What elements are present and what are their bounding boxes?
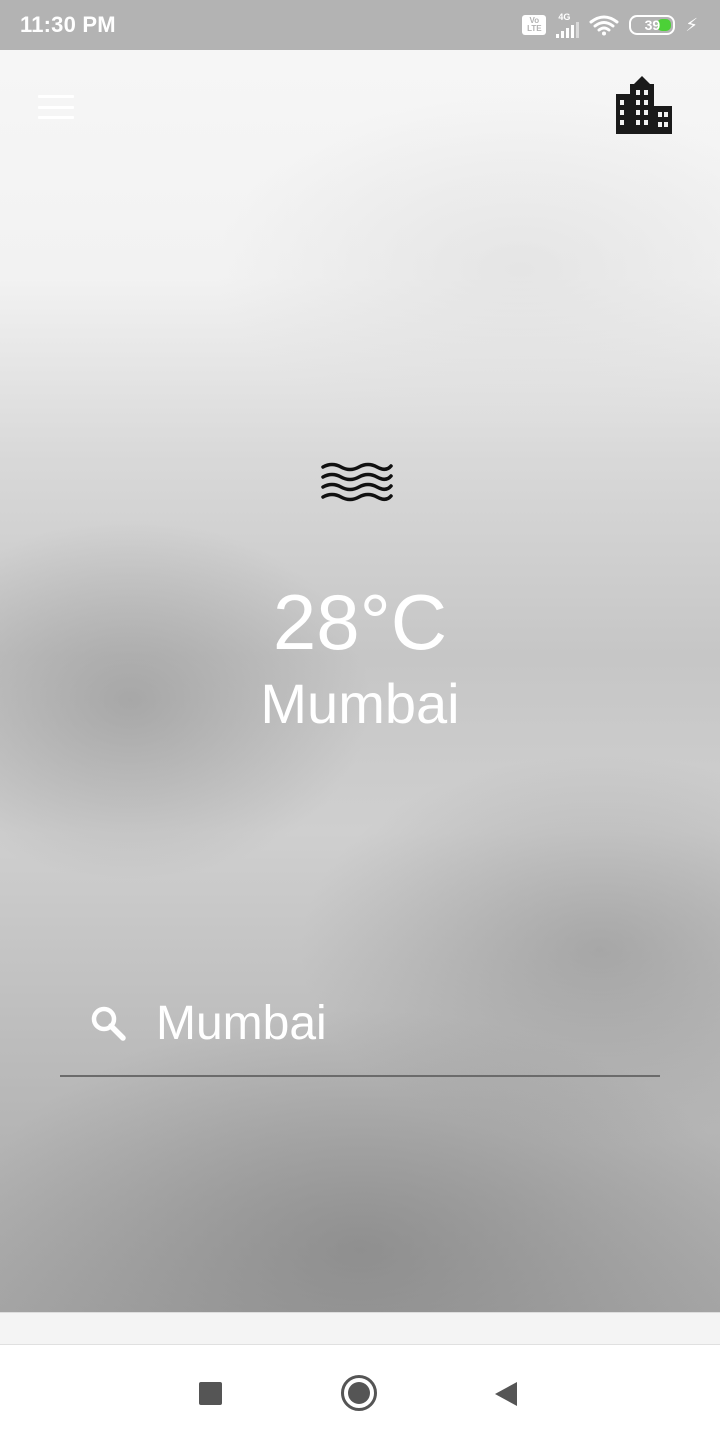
status-icons: Vo LTE 4G 39 ⚡ <box>522 11 698 38</box>
triangle-back-icon[interactable] <box>494 1381 518 1407</box>
charging-icon: ⚡ <box>685 14 698 35</box>
square-recents-icon[interactable] <box>199 1382 222 1405</box>
wifi-icon <box>589 14 619 36</box>
battery-percent: 39 <box>644 17 661 33</box>
search-input[interactable] <box>156 993 636 1053</box>
city-buildings-icon[interactable] <box>616 76 672 134</box>
status-bar: 11:30 PM Vo LTE 4G 39 ⚡ <box>0 0 720 50</box>
navigation-bar <box>0 1344 720 1440</box>
haze-icon <box>321 461 393 506</box>
weather-screen: 28°C Mumbai <box>0 50 720 1312</box>
temperature-value: 28°C <box>272 578 448 666</box>
volte-icon: Vo LTE <box>522 15 547 35</box>
volte-bottom-label: LTE <box>527 24 542 33</box>
network-type-label: 4G <box>558 11 571 22</box>
search-box[interactable] <box>60 985 660 1077</box>
search-icon <box>91 1006 126 1041</box>
bottom-strip <box>0 1312 720 1344</box>
signal-icon: 4G <box>556 11 580 38</box>
hamburger-menu-icon[interactable] <box>38 95 74 119</box>
signal-bars <box>556 21 580 38</box>
status-time: 11:30 PM <box>20 12 116 37</box>
battery-icon: 39 <box>629 15 676 35</box>
circle-home-icon[interactable] <box>341 1375 377 1411</box>
city-name: Mumbai <box>260 672 460 735</box>
